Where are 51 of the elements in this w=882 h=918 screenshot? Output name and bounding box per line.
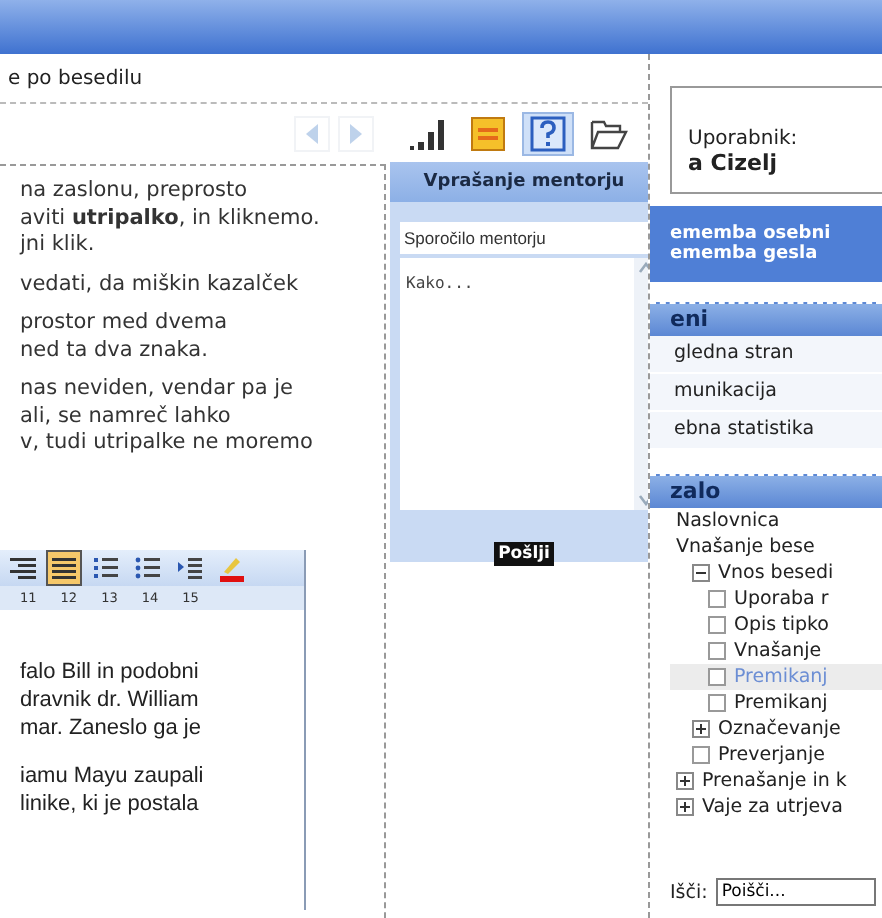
tree-item[interactable]: Naslovnica — [670, 508, 882, 534]
document-text-line: dravnik dr. William — [18, 685, 201, 713]
tree-item[interactable]: Preverjanje — [670, 742, 882, 768]
right-arrow-icon — [348, 124, 364, 144]
section-header: zalo — [650, 474, 882, 508]
menu-item[interactable]: gledna stran — [650, 336, 882, 374]
page-icon — [692, 746, 710, 764]
left-arrow-icon — [304, 124, 320, 144]
tree-item[interactable]: Vaje za utrjeva — [670, 794, 882, 820]
text-line: vedati, da miškin kazalček — [18, 271, 301, 298]
tree-item[interactable]: Vnašanje — [670, 638, 882, 664]
search-field[interactable]: Poišči... — [715, 878, 876, 906]
text-line: na zaslonu, preprosto — [18, 178, 250, 205]
menu-item[interactable]: munikacija — [650, 374, 882, 412]
text-line: v, tudi utripalke ne moremo — [18, 430, 315, 457]
text-line: aviti utripalko, in kliknemo. — [18, 205, 322, 232]
menu-item[interactable]: ebna statistika — [650, 412, 882, 450]
breadcrumb[interactable]: e po besedilu — [0, 67, 143, 89]
text-line: ali, se namreč lahko — [18, 403, 233, 430]
text-line: jni klik. — [17, 232, 97, 259]
tree-item[interactable]: Vnašanje bese — [670, 534, 882, 560]
account-link[interactable]: ememba gesla — [670, 244, 882, 264]
tree-item[interactable]: Opis tipko — [670, 612, 882, 638]
document-text-line: iamu Mayu zaupali — [18, 761, 206, 789]
tree-item[interactable]: Vnos besedi — [670, 560, 882, 586]
message-text: Kako... — [404, 272, 476, 296]
tree-item[interactable]: Označevanje — [670, 716, 882, 742]
dialog-title: Vprašanje mentorju — [390, 162, 648, 202]
user-name: a Cizelj — [688, 150, 779, 176]
text-line: ned ta dva znaka. — [18, 337, 210, 364]
tree-item[interactable]: Uporaba r — [670, 586, 882, 612]
search-label: Išči: — [670, 881, 708, 903]
text-line: nas neviden, vendar pa je — [18, 376, 295, 403]
account-link[interactable]: ememba osebni — [670, 224, 882, 244]
expand-icon[interactable] — [692, 720, 710, 738]
user-label: Uporabnik: — [688, 128, 800, 150]
text-line: prostor med dvema — [18, 310, 230, 337]
document-text-line: falo Bill in podobni — [18, 657, 201, 685]
document-text-line: linike, ki je postala — [18, 789, 201, 817]
message-field[interactable]: Kako... — [400, 258, 648, 510]
document-text-line: mar. Zaneslo ga je — [18, 713, 203, 741]
subject-field[interactable]: Sporočilo mentorju — [400, 222, 648, 254]
section-header: eni — [650, 302, 882, 336]
expand-icon[interactable] — [676, 772, 694, 790]
tree-item[interactable]: Prenašanje in k — [670, 768, 882, 794]
send-button[interactable]: Pošlji — [494, 542, 554, 566]
justify-icon[interactable] — [46, 549, 82, 585]
collapse-icon[interactable] — [692, 564, 710, 582]
expand-icon[interactable] — [676, 798, 694, 816]
help-tool-button[interactable] — [522, 112, 574, 156]
tree-item[interactable]: Premikanj — [670, 690, 882, 716]
